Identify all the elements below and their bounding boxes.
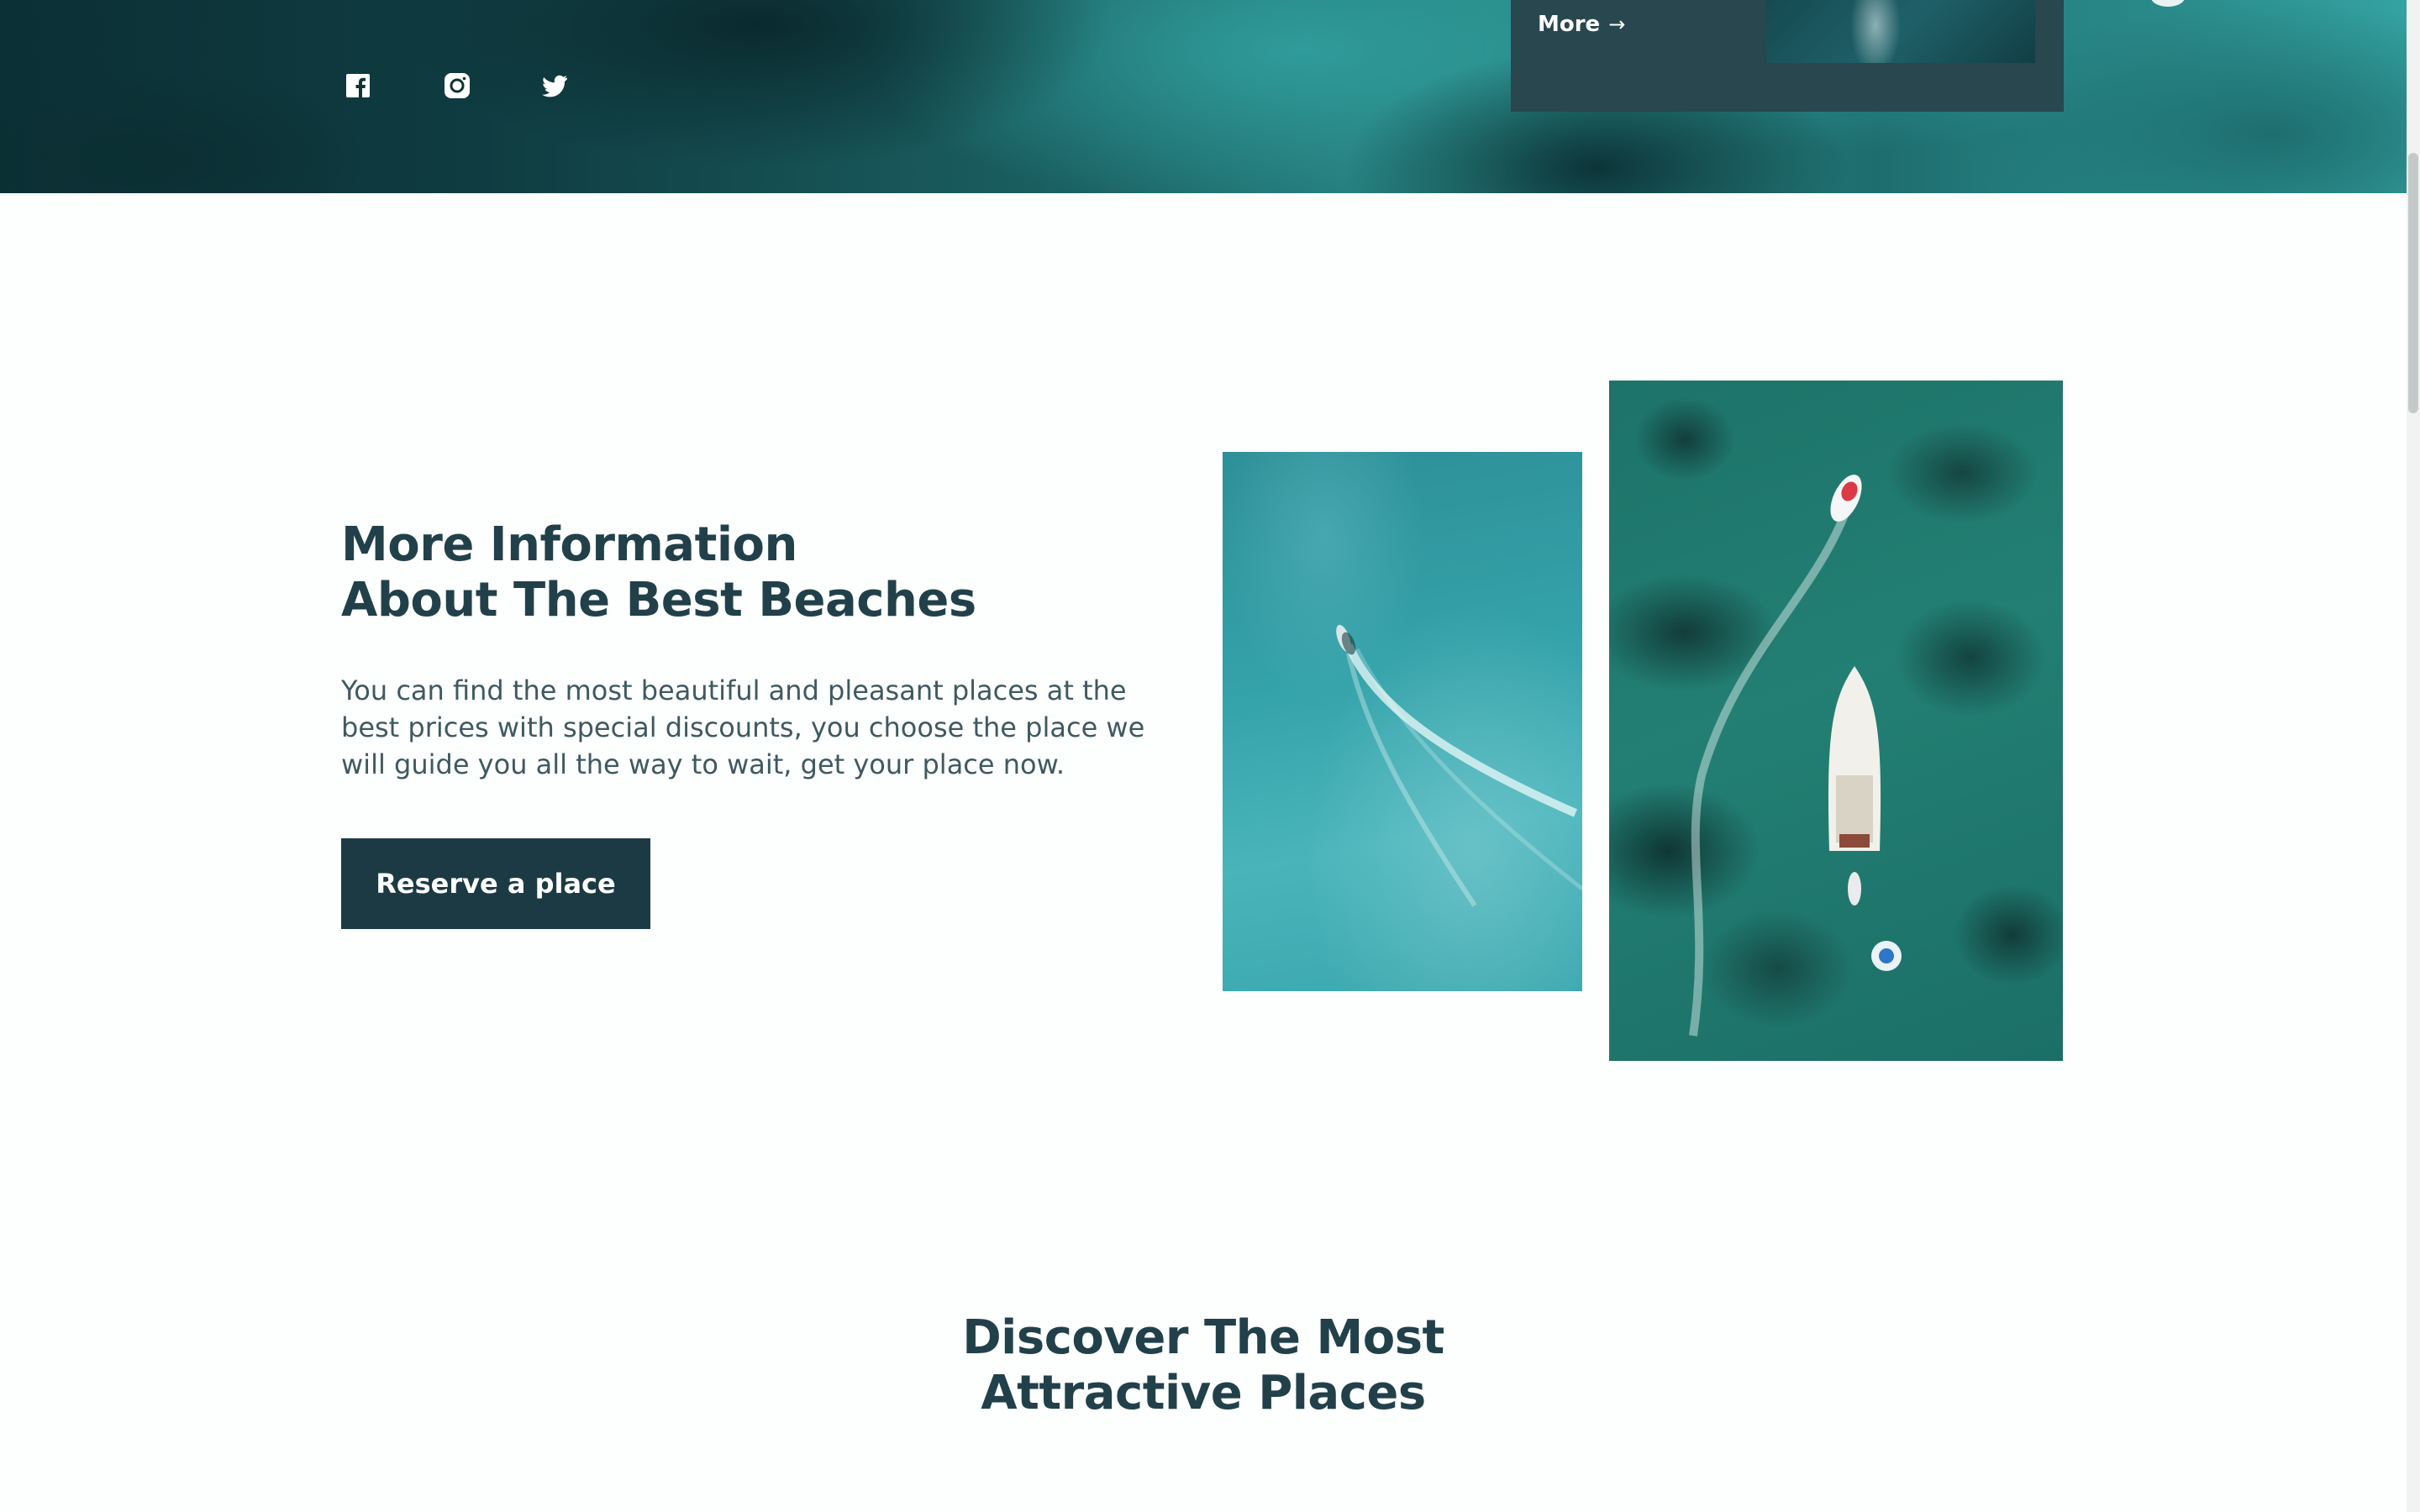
more-label: More xyxy=(1538,12,1601,37)
facebook-icon[interactable] xyxy=(345,72,371,99)
scrollbar-thumb[interactable] xyxy=(2408,153,2418,413)
hero-banner: More → xyxy=(0,0,2407,193)
arrow-right-icon: → xyxy=(1608,13,1626,36)
info-title-line2: About The Best Beaches xyxy=(341,573,976,627)
beach-photo-yacht xyxy=(1609,381,2063,1061)
scrollbar-track[interactable] xyxy=(2407,0,2420,1512)
discover-title: Discover The Most Attractive Places xyxy=(0,1310,2407,1421)
info-title: More Information About The Best Beaches xyxy=(341,517,976,628)
info-description: You can find the most beautiful and plea… xyxy=(341,675,1145,780)
reserve-place-button[interactable]: Reserve a place xyxy=(341,838,650,929)
instagram-icon[interactable] xyxy=(444,72,471,99)
more-link[interactable]: More → xyxy=(1538,12,1625,37)
beach-photo-speedboat xyxy=(1223,452,1582,991)
hero-card: More → xyxy=(1511,0,2064,112)
hero-boat-image xyxy=(2151,0,2185,7)
info-title-line1: More Information xyxy=(341,517,797,572)
discover-title-line1: Discover The Most xyxy=(962,1310,1444,1365)
hero-card-thumbnail xyxy=(1766,0,2035,63)
discover-title-line2: Attractive Places xyxy=(981,1366,1426,1420)
twitter-icon[interactable] xyxy=(541,72,568,99)
